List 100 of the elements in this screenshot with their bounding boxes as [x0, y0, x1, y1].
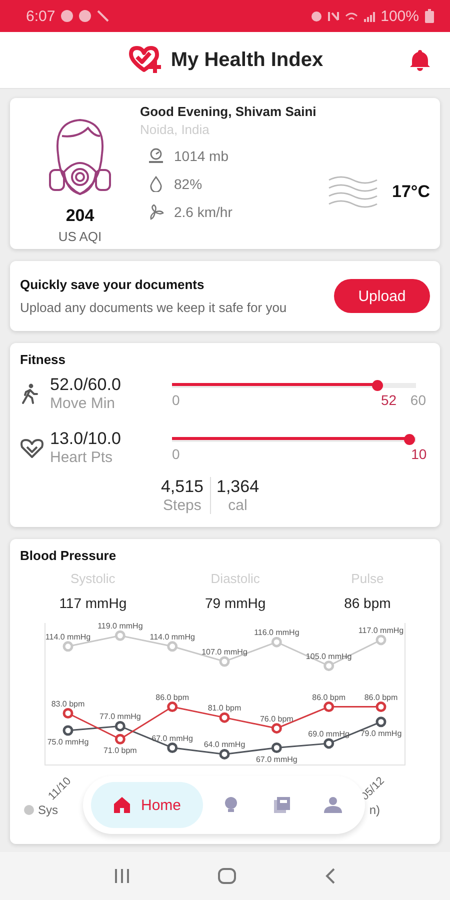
data-point: [271, 742, 282, 753]
mute-icon: [328, 10, 339, 22]
slider-thumb[interactable]: [372, 380, 384, 391]
data-label: 86.0 bpm: [156, 692, 190, 702]
haze-icon: [328, 174, 378, 210]
bell-icon[interactable]: [410, 49, 430, 71]
data-label: 64.0 mmHg: [204, 740, 246, 750]
data-label: 86.0 bpm: [364, 692, 398, 702]
weather-reading: 82%: [174, 176, 202, 192]
slider-value-label: 10: [411, 446, 427, 462]
data-point: [324, 702, 334, 712]
heart-plus-logo: [126, 46, 163, 74]
total-value: 1,364: [216, 477, 260, 497]
goal-label: Heart Pts: [50, 449, 114, 466]
fan-icon: [148, 204, 164, 220]
data-label: 117.0 mmHg: [358, 626, 404, 635]
data-label: 119.0 mmHg: [98, 622, 143, 631]
signal-icon: [364, 10, 375, 22]
data-label: 75.0 mmHg: [47, 738, 89, 746]
notification-icon: [79, 10, 92, 22]
reading-value: 79 mmHg: [205, 595, 266, 611]
wrench-icon: [97, 10, 110, 22]
total-label: cal: [228, 497, 248, 514]
data-label: 107.0 mmHg: [202, 648, 248, 656]
slider-min-label: 0: [172, 446, 180, 462]
upload-button[interactable]: Upload: [334, 279, 430, 313]
weather-reading: 2.6 km/hr: [174, 204, 232, 220]
data-label: 81.0 bpm: [208, 704, 242, 713]
data-point: [219, 656, 230, 667]
data-label: 77.0 mmHg: [99, 712, 141, 722]
weather-reading: 1014 mb: [174, 148, 228, 164]
data-label: 105.0 mmHg: [306, 652, 352, 661]
data-point: [376, 702, 386, 712]
slider-thumb[interactable]: [404, 434, 415, 445]
data-label: 83.0 bpm: [51, 699, 85, 708]
data-label: 69.0 mmHg: [308, 729, 350, 738]
reading-value: 117 mmHg: [59, 595, 127, 611]
goal-value: 13.0/10.0: [50, 429, 122, 449]
documents-icon: [272, 796, 291, 814]
data-label: 116.0 mmHg: [254, 628, 300, 638]
goal-label: Move Min: [50, 395, 116, 412]
legend-label: n): [369, 803, 380, 817]
data-label: 67.0 mmHg: [256, 754, 298, 764]
data-point: [324, 738, 334, 749]
legend-dot: [24, 805, 34, 815]
card-description: Upload any documents we keep it safe for you: [20, 300, 288, 315]
slider-min-label: 0: [172, 392, 180, 408]
data-label: 71.0 bpm: [103, 746, 137, 756]
battery-percent: 100%: [380, 8, 419, 24]
data-point: [376, 716, 386, 728]
aqi-label: US AQI: [58, 229, 102, 244]
data-point: [114, 630, 126, 641]
home-icon: [112, 796, 131, 814]
data-label: 76.0 bpm: [260, 714, 294, 724]
clock-time: 6:07: [26, 8, 56, 24]
drop-icon: [148, 176, 164, 192]
data-label: 67.0 mmHg: [152, 734, 194, 743]
data-point: [271, 636, 282, 648]
back-icon[interactable]: [324, 867, 336, 885]
data-label: 79.0 mmHg: [360, 728, 402, 738]
data-point: [376, 634, 386, 646]
total-value: 4,515: [160, 477, 204, 497]
data-point: [167, 641, 178, 652]
data-label: 114.0 mmHg: [45, 632, 91, 642]
slider-max-label: 60: [410, 392, 426, 408]
data-point: [114, 734, 126, 744]
notification-icon: [61, 10, 74, 22]
lightbulb-icon: [222, 796, 239, 814]
data-point: [219, 712, 230, 723]
home-tab[interactable]: Home: [91, 782, 203, 828]
greeting: Good Evening, Shivam Saini: [140, 104, 318, 119]
card-title: Fitness: [20, 352, 67, 367]
aqi-value: 204: [66, 206, 94, 226]
reading-value: 86 bpm: [344, 595, 391, 611]
battery-icon: [425, 9, 434, 23]
data-point: [219, 748, 230, 760]
data-label: 86.0 bpm: [312, 692, 346, 702]
data-point: [271, 723, 282, 734]
data-point: [324, 660, 334, 672]
data-point: [62, 708, 74, 718]
legend-label: Sys: [38, 803, 58, 817]
person-icon: [323, 796, 344, 814]
app-title: My Health Index: [170, 48, 324, 72]
card-title: Quickly save your documents: [20, 277, 206, 292]
goal-value: 52.0/60.0: [50, 375, 122, 395]
data-point: [167, 742, 178, 753]
wifi-icon: [344, 12, 358, 20]
heart-icon: [20, 437, 44, 459]
gauge-icon: [148, 148, 164, 164]
slider-value-label: 52: [380, 392, 397, 408]
data-point: [62, 725, 74, 736]
total-label: Steps: [163, 497, 202, 514]
recent-apps-icon[interactable]: [114, 868, 130, 884]
data-point: [167, 702, 178, 712]
card-title: Blood Pressure: [20, 548, 118, 563]
temperature: 17°C: [392, 182, 430, 202]
home-button-icon[interactable]: [216, 867, 237, 885]
data-point: [62, 641, 74, 652]
data-label: 114.0 mmHg: [150, 632, 195, 642]
data-point: [114, 720, 126, 732]
